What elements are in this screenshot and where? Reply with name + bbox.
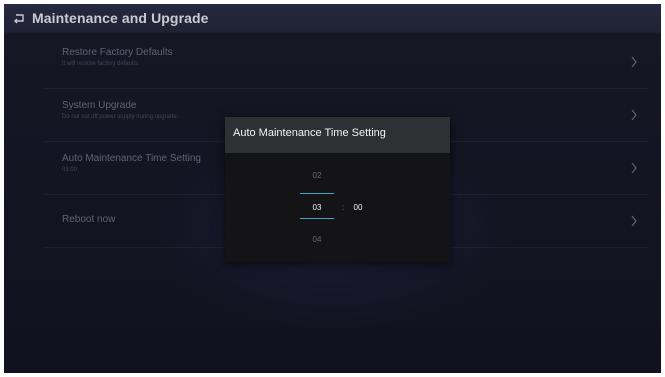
hour-next-value[interactable]: 04	[300, 235, 334, 244]
dialog-title: Auto Maintenance Time Setting	[233, 127, 386, 139]
minute-selected-value[interactable]: 00	[341, 203, 375, 212]
dialog-header: Auto Maintenance Time Setting	[225, 117, 450, 153]
time-setting-dialog: Auto Maintenance Time Setting 02 03 04 :…	[225, 117, 450, 262]
hour-prev-value[interactable]: 02	[300, 171, 334, 180]
hour-selected-value[interactable]: 03	[300, 203, 334, 212]
hour-selection-divider-top	[300, 193, 334, 194]
hour-selection-divider-bottom	[300, 218, 334, 219]
